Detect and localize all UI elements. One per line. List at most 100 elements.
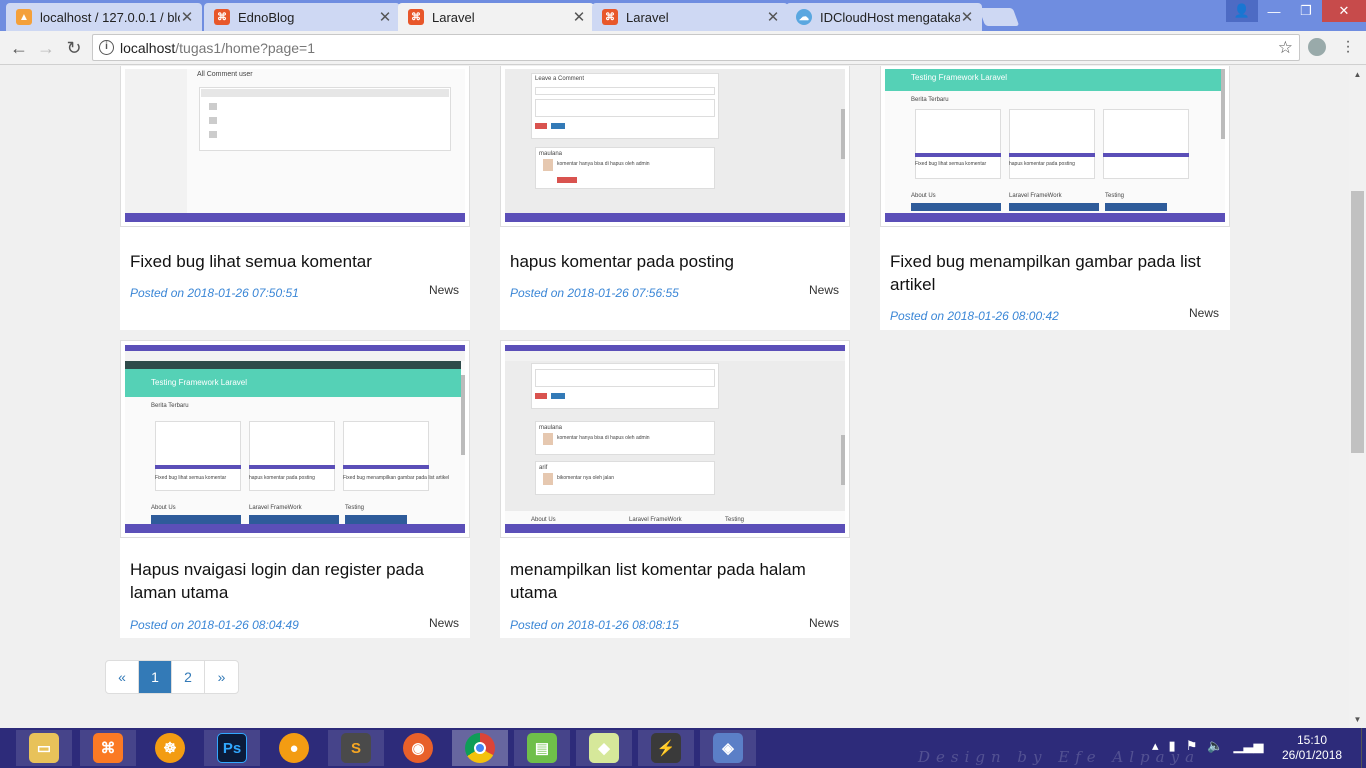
post-category: News: [428, 616, 459, 630]
browser-tab-strip: ▲ localhost / 127.0.0.1 / blo ✕ ⌘ EdnoBl…: [0, 0, 1366, 31]
url-text[interactable]: localhost/tugas1/home?page=1: [120, 40, 315, 56]
close-icon[interactable]: ✕: [572, 8, 586, 26]
tab-laravel[interactable]: ⌘ Laravel ✕: [592, 3, 788, 31]
taskbar-xampp[interactable]: ⌘: [80, 730, 136, 766]
menu-kebab-icon[interactable]: · · ·: [1340, 34, 1356, 60]
tab-label: IDCloudHost mengatakar: [820, 9, 960, 25]
taskbar-clock[interactable]: 15:10 26/01/2018: [1282, 733, 1342, 763]
thumb-text: Berita Terbaru: [151, 403, 189, 409]
thumb-text: All Comment user: [197, 71, 253, 78]
tab-label: localhost / 127.0.0.1 / blo: [40, 9, 180, 25]
cloud-icon: ☁: [796, 9, 812, 25]
post-title[interactable]: menampilkan list komentar pada halam uta…: [510, 558, 845, 604]
new-tab-button[interactable]: [978, 8, 1020, 26]
scroll-thumb[interactable]: [1351, 191, 1364, 453]
minimize-icon[interactable]: —: [1258, 0, 1290, 22]
taskbar-maps[interactable]: ◆: [576, 730, 632, 766]
restore-icon[interactable]: ❐: [1290, 0, 1322, 22]
pagination-prev[interactable]: «: [106, 661, 139, 693]
post-title[interactable]: Fixed bug menampilkan gambar pada list a…: [890, 250, 1225, 296]
address-bar[interactable]: i localhost/tugas1/home?page=1 ☆: [92, 34, 1300, 61]
taskbar-sublime[interactable]: S: [328, 730, 384, 766]
screenshot-image: All Comment user: [125, 69, 465, 222]
close-icon[interactable]: ✕: [766, 8, 780, 26]
taskbar-app-wheel[interactable]: ☸: [142, 730, 198, 766]
post-card[interactable]: Leave a Comment maulana komentar hanya b…: [500, 66, 850, 330]
battery-icon[interactable]: ▮: [1169, 738, 1176, 754]
post-thumbnail[interactable]: Testing Framework Laravel Berita Terbaru…: [880, 66, 1230, 227]
thumb-text: maulana: [539, 425, 563, 431]
post-category: News: [428, 283, 459, 297]
thumb-text: Testing Framework Laravel: [911, 73, 1008, 82]
close-icon[interactable]: ✕: [180, 8, 194, 26]
close-icon[interactable]: ✕: [378, 8, 392, 26]
post-thumbnail[interactable]: maulana komentar hanya bisa di hapus ole…: [500, 340, 850, 538]
system-tray: ▴ ▮ ⚑ 🔈 ▁▃▅: [1152, 738, 1264, 754]
post-title[interactable]: Fixed bug lihat semua komentar: [130, 250, 465, 273]
thumb-text: Laravel FrameWork: [629, 517, 682, 523]
post-card[interactable]: Testing Framework Laravel Berita Terbaru…: [880, 66, 1230, 330]
taskbar-chart-app[interactable]: ▤: [514, 730, 570, 766]
scroll-down-icon[interactable]: ▼: [1349, 711, 1366, 728]
tab-ednoblog[interactable]: ⌘ EdnoBlog ✕: [204, 3, 400, 31]
tab-label: EdnoBlog: [238, 9, 295, 25]
bookmark-star-icon[interactable]: ☆: [1278, 38, 1293, 58]
post-title[interactable]: Hapus nvaigasi login dan register pada l…: [130, 558, 465, 604]
taskbar-explorer[interactable]: ▭: [16, 730, 72, 766]
taskbar-photoshop[interactable]: Ps: [204, 730, 260, 766]
post-date: Posted on 2018-01-26 08:04:49: [130, 618, 299, 632]
post-thumbnail[interactable]: All Comment user: [120, 66, 470, 227]
page-scrollbar[interactable]: ▲ ▼: [1349, 66, 1366, 728]
clock-time: 15:10: [1296, 733, 1328, 747]
pagination-next[interactable]: »: [205, 661, 238, 693]
thumb-text: Testing: [725, 517, 745, 523]
signal-icon[interactable]: ▁▃▅: [1234, 738, 1264, 754]
post-card[interactable]: maulana komentar hanya bisa di hapus ole…: [500, 340, 850, 638]
screenshot-image: Testing Framework Laravel Berita Terbaru…: [885, 69, 1225, 222]
thumb-text: Testing Framework Laravel: [151, 378, 248, 387]
forward-arrow-icon[interactable]: →: [35, 37, 57, 59]
back-arrow-icon[interactable]: ←: [8, 37, 30, 59]
thumb-text: About Us: [911, 193, 936, 199]
taskbar-chrome[interactable]: [452, 730, 508, 766]
chevron-up-icon[interactable]: ▴: [1152, 738, 1159, 754]
post-title[interactable]: hapus komentar pada posting: [510, 250, 845, 273]
pagination-page-2[interactable]: 2: [172, 661, 205, 693]
volume-icon[interactable]: 🔈: [1207, 738, 1223, 754]
post-thumbnail[interactable]: Testing Framework Laravel Berita Terbaru…: [120, 340, 470, 538]
tab-phpmyadmin[interactable]: ▲ localhost / 127.0.0.1 / blo ✕: [6, 3, 202, 31]
tab-idcloudhost[interactable]: ☁ IDCloudHost mengatakar ✕: [786, 3, 982, 31]
chart-icon: ▤: [527, 733, 557, 763]
extension-icon[interactable]: [1308, 38, 1326, 56]
taskbar-firefox[interactable]: ◉: [390, 730, 446, 766]
post-card[interactable]: Testing Framework Laravel Berita Terbaru…: [120, 340, 470, 638]
network-icon[interactable]: ⚑: [1186, 738, 1198, 754]
thumb-text: Fixed bug lihat semua komentar: [915, 161, 987, 167]
taskbar-winamp[interactable]: ⚡: [638, 730, 694, 766]
scroll-up-icon[interactable]: ▲: [1349, 66, 1366, 83]
phpmyadmin-icon: ▲: [16, 9, 32, 25]
post-thumbnail[interactable]: Leave a Comment maulana komentar hanya b…: [500, 66, 850, 227]
close-icon[interactable]: ✕: [960, 8, 974, 26]
thumb-text: Berita Terbaru: [911, 97, 949, 103]
map-icon: ◆: [589, 733, 619, 763]
photoshop-icon: Ps: [217, 733, 247, 763]
taskbar-app-orb[interactable]: ●: [266, 730, 322, 766]
thumb-text: hapus komentar pada posting: [249, 475, 315, 481]
info-icon[interactable]: i: [99, 40, 114, 55]
laravel-icon: ⌘: [214, 9, 230, 25]
window-close-icon[interactable]: ✕: [1322, 0, 1366, 22]
post-date: Posted on 2018-01-26 07:56:55: [510, 286, 679, 300]
tab-laravel-active[interactable]: ⌘ Laravel ✕: [398, 3, 594, 31]
pagination-page-1[interactable]: 1: [139, 661, 172, 693]
user-icon[interactable]: 👤: [1226, 0, 1258, 22]
post-date: Posted on 2018-01-26 08:00:42: [890, 309, 1059, 323]
taskbar-git[interactable]: ◈: [700, 730, 756, 766]
tab-label: Laravel: [432, 9, 475, 25]
thumb-text: Testing: [1105, 193, 1125, 199]
pagination: « 1 2 »: [105, 660, 239, 694]
show-desktop-button[interactable]: [1361, 728, 1366, 768]
xampp-icon: ⌘: [93, 733, 123, 763]
reload-icon[interactable]: ↻: [63, 37, 85, 59]
post-card[interactable]: All Comment user Fixed bug lihat semua k…: [120, 66, 470, 330]
